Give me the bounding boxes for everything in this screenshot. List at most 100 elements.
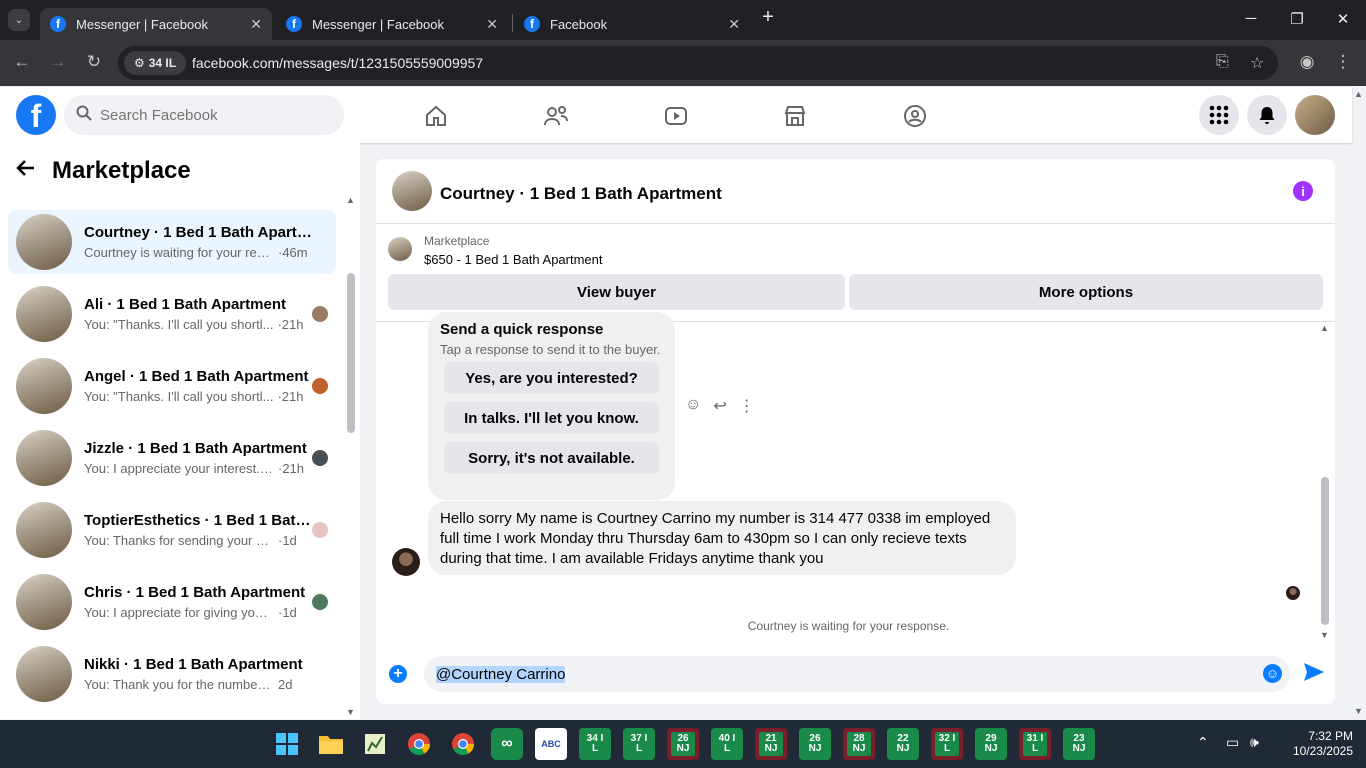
listing-thumbnail[interactable] — [392, 171, 432, 211]
forward-icon[interactable]: → — [47, 52, 69, 72]
maximize-button[interactable]: ❐ — [1287, 10, 1307, 28]
taskbar-window-badge[interactable]: 21 NJ — [755, 728, 787, 760]
conversation-time: ·1d — [278, 605, 297, 620]
facebook-logo-icon[interactable]: f — [16, 95, 56, 135]
conversation-item[interactable]: Jizzle · 1 Bed 1 Bath Apartment You: I a… — [8, 426, 336, 490]
conversation-item[interactable]: Courtney · 1 Bed 1 Bath Apartme... Court… — [8, 210, 336, 274]
tab-messenger-1[interactable]: f Messenger | Facebook ✕ — [40, 8, 272, 40]
video-icon[interactable] — [661, 101, 691, 131]
view-buyer-button[interactable]: View buyer — [388, 274, 845, 310]
quick-response-option[interactable]: Sorry, it's not available. — [444, 442, 659, 474]
reload-icon[interactable]: ↻ — [83, 52, 105, 72]
conversation-item[interactable]: Chris · 1 Bed 1 Bath Apartment You: I ap… — [8, 570, 336, 634]
facebook-favicon-icon: f — [524, 16, 540, 32]
close-tab-icon[interactable]: ✕ — [486, 16, 498, 33]
taskbar-window-badge[interactable]: 29 NJ — [975, 728, 1007, 760]
quick-response-heading: Send a quick response — [440, 321, 604, 338]
marketplace-icon[interactable] — [780, 101, 810, 131]
close-window-button[interactable]: ✕ — [1333, 10, 1353, 28]
tab-facebook[interactable]: f Facebook ✕ — [514, 8, 750, 40]
spreadsheet-app-icon[interactable] — [359, 728, 391, 760]
close-tab-icon[interactable]: ✕ — [728, 16, 740, 33]
taskbar-window-badge[interactable]: 23 NJ — [1063, 728, 1095, 760]
minimize-button[interactable]: ─ — [1241, 10, 1261, 27]
volume-icon[interactable]: 🕪 — [1250, 734, 1259, 751]
search-box[interactable] — [64, 95, 344, 135]
tab-messenger-2[interactable]: f Messenger | Facebook ✕ — [276, 8, 508, 40]
seen-avatar — [312, 378, 328, 394]
conversation-item[interactable]: Angel · 1 Bed 1 Bath Apartment You: "Tha… — [8, 354, 336, 418]
taskbar-window-badge[interactable]: 37 IL — [623, 728, 655, 760]
scroll-up-arrow-icon[interactable]: ▲ — [1320, 323, 1329, 333]
taskbar-window-badge[interactable]: 34 IL — [579, 728, 611, 760]
file-explorer-icon[interactable] — [315, 728, 347, 760]
add-attachment-icon[interactable]: + — [389, 665, 407, 683]
url-text[interactable]: facebook.com/messages/t/1231505559009957 — [192, 55, 483, 71]
network-icon[interactable]: ▭ — [1226, 734, 1239, 751]
groups-icon[interactable] — [900, 101, 930, 131]
site-info-badge[interactable]: ⚙ 34 IL — [124, 51, 186, 75]
seen-avatar — [312, 306, 328, 322]
friends-icon[interactable] — [541, 101, 571, 131]
notifications-bell-icon[interactable] — [1247, 95, 1287, 135]
tab-search-icon[interactable]: ⌄ — [8, 9, 30, 31]
profile-icon[interactable]: ◉ — [1296, 52, 1318, 72]
reply-icon[interactable]: ↩ — [713, 396, 726, 416]
thread-scrollbar[interactable] — [1321, 477, 1329, 625]
install-app-icon[interactable]: ⎘ — [1216, 53, 1229, 71]
chat-title[interactable]: Courtney · 1 Bed 1 Bath Apartment — [440, 184, 722, 204]
home-icon[interactable] — [421, 101, 451, 131]
scroll-down-arrow-icon[interactable]: ▼ — [1320, 630, 1329, 640]
new-tab-button[interactable]: + — [758, 6, 778, 29]
bookmark-star-icon[interactable]: ☆ — [1250, 53, 1264, 73]
more-kebab-icon[interactable]: ⋮ — [739, 396, 755, 416]
chrome-icon[interactable] — [403, 728, 435, 760]
system-clock[interactable]: 7:32 PM 10/23/2025 — [1283, 729, 1353, 759]
taskbar-window-badge[interactable]: 26 NJ — [799, 728, 831, 760]
taskbar-window-badge[interactable]: 28 NJ — [843, 728, 875, 760]
voicemail-app-icon[interactable]: ∞ — [491, 728, 523, 760]
conversation-item[interactable]: ToptierEsthetics · 1 Bed 1 Bath ... You:… — [8, 498, 336, 562]
message-input-text[interactable]: @Courtney Carrino — [436, 665, 566, 683]
windows-start-icon[interactable] — [271, 728, 303, 760]
chrome-profile-icon[interactable] — [447, 728, 479, 760]
page-scroll-up-icon[interactable]: ▲ — [1354, 89, 1363, 99]
page-scroll-down-icon[interactable]: ▼ — [1354, 706, 1363, 716]
menu-kebab-icon[interactable]: ⋮ — [1332, 52, 1354, 72]
close-tab-icon[interactable]: ✕ — [250, 16, 262, 33]
taskbar-window-badge[interactable]: 22 NJ — [887, 728, 919, 760]
back-icon[interactable]: ← — [11, 52, 33, 72]
quick-response-option[interactable]: Yes, are you interested? — [444, 362, 659, 394]
taskbar-window-badge[interactable]: 31 IL — [1019, 728, 1051, 760]
emoji-icon[interactable]: ☺ — [1263, 664, 1282, 683]
conversation-time: ·21h — [278, 461, 305, 476]
conversation-name: Ali · 1 Bed 1 Bath Apartment — [84, 296, 286, 313]
quick-response-option[interactable]: In talks. I'll let you know. — [444, 402, 659, 434]
taskbar-window-badge[interactable]: 32 IL — [931, 728, 963, 760]
back-arrow-icon[interactable] — [16, 158, 36, 184]
search-input[interactable] — [100, 106, 320, 124]
conversation-time: ·1d — [278, 533, 297, 548]
menu-grid-icon[interactable] — [1199, 95, 1239, 135]
address-bar[interactable]: ⚙ 34 IL facebook.com/messages/t/123150555… — [118, 46, 1278, 80]
message-bubble[interactable]: Hello sorry My name is Courtney Carrino … — [428, 501, 1016, 575]
account-avatar[interactable] — [1295, 95, 1335, 135]
abc-app-icon[interactable]: ABC — [535, 728, 567, 760]
sender-avatar[interactable] — [392, 548, 420, 576]
send-icon[interactable] — [1303, 662, 1325, 688]
message-input[interactable]: @Courtney Carrino — [424, 656, 1290, 692]
sidebar-scrollbar[interactable] — [347, 273, 355, 433]
conversation-item[interactable]: Nikki · 1 Bed 1 Bath Apartment You: Than… — [8, 642, 336, 706]
scroll-up-arrow-icon[interactable]: ▲ — [346, 195, 355, 205]
react-smiley-icon[interactable]: ☺ — [685, 396, 701, 416]
taskbar-window-badge[interactable]: 26 NJ — [667, 728, 699, 760]
badge-state-code: L — [723, 743, 731, 754]
scroll-down-arrow-icon[interactable]: ▼ — [346, 707, 355, 717]
taskbar-window-badge[interactable]: 40 IL — [711, 728, 743, 760]
more-options-button[interactable]: More options — [849, 274, 1323, 310]
conversation-item[interactable]: Ali · 1 Bed 1 Bath Apartment You: "Thank… — [8, 282, 336, 346]
tray-chevron-icon[interactable]: ⌃ — [1197, 734, 1209, 751]
info-icon[interactable]: i — [1293, 181, 1313, 201]
sidebar-title: Marketplace — [52, 157, 191, 184]
listing-price[interactable]: $650 - 1 Bed 1 Bath Apartment — [424, 252, 603, 267]
